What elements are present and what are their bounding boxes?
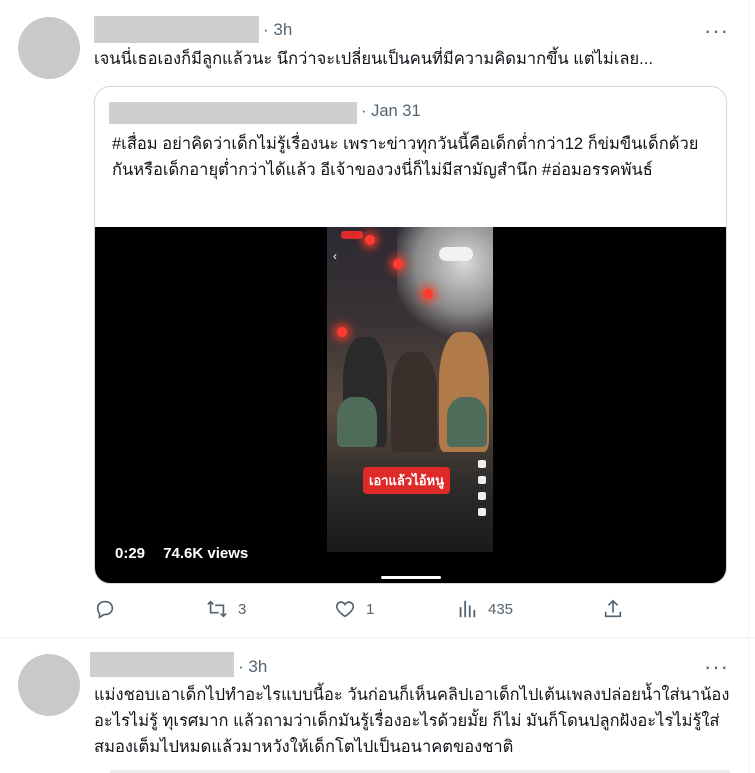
analytics-icon (459, 600, 476, 618)
redacted-quoted-username[interactable] (109, 102, 357, 124)
performer-figure (391, 352, 437, 452)
retweet-button[interactable]: 3 (206, 598, 246, 620)
performer-figure (337, 397, 377, 447)
stage-lamp (423, 289, 433, 299)
retweet-icon (207, 600, 227, 618)
reply-icon (96, 600, 114, 619)
share-icon (604, 599, 622, 618)
like-button[interactable]: 1 (334, 598, 374, 620)
tweet-time[interactable]: · 3h (263, 20, 292, 40)
reply-button[interactable] (94, 598, 126, 620)
tweet[interactable]: · 3h ··· แม่งชอบเอาเด็กไปทำอะไรแบบนี้อะ … (0, 638, 755, 773)
share-button[interactable] (602, 598, 624, 620)
avatar[interactable] (18, 654, 80, 716)
side-icons (475, 452, 489, 524)
stage-lamp (365, 235, 375, 245)
tweet-time[interactable]: · 3h (238, 657, 267, 677)
follow-pill (439, 247, 473, 261)
video-frame: ‹ เอาแล้วไอ้หนู (327, 227, 493, 552)
stage-light (397, 227, 493, 347)
retweet-count: 3 (238, 600, 247, 618)
redacted-username[interactable] (90, 652, 234, 677)
video-caption: เอาแล้วไอ้หนู (363, 467, 450, 494)
more-options-button[interactable]: ··· (704, 20, 729, 42)
video-progress-bar[interactable] (381, 576, 441, 579)
stage-lamp (337, 327, 347, 337)
tweet-text: เจนนี่เธอเองก็มีลูกแล้วนะ นึกว่าจะเปลี่ย… (94, 50, 653, 68)
tweet[interactable]: · 3h ··· เจนนี่เธอเองก็มีลูกแล้วนะ นึกว่… (0, 0, 755, 637)
more-options-button[interactable]: ··· (704, 656, 729, 678)
views-count: 435 (488, 600, 514, 618)
back-arrow-icon: ‹ (333, 249, 337, 263)
quoted-tweet[interactable]: · Jan 31 #เสื่อม อย่าคิดว่าเด็กไม่รู้เรื… (94, 86, 727, 584)
avatar[interactable] (18, 17, 80, 79)
redacted-username[interactable] (94, 16, 259, 43)
stage-lamp (393, 259, 403, 269)
like-count: 1 (366, 600, 375, 618)
quoted-tweet-text: #เสื่อม อย่าคิดว่าเด็กไม่รู้เรื่องนะ เพร… (112, 135, 699, 179)
live-badge (341, 231, 363, 239)
video-info: 0:29 74.6K views (115, 545, 262, 562)
quoted-tweet-date[interactable]: · Jan 31 (361, 102, 421, 121)
video-views: 74.6K views (163, 545, 249, 562)
views-button[interactable]: 435 (456, 598, 513, 620)
video-player[interactable]: ‹ เอาแล้วไอ้หนู 0:29 74.6K views (95, 227, 726, 583)
performer-figure (447, 397, 487, 447)
tweet-text: แม่งชอบเอาเด็กไปทำอะไรแบบนี้อะ วันก่อนก็… (94, 686, 730, 756)
heart-icon (335, 601, 355, 618)
video-duration: 0:29 (115, 545, 146, 562)
tweet-actions: 3 1 435 (94, 598, 734, 624)
